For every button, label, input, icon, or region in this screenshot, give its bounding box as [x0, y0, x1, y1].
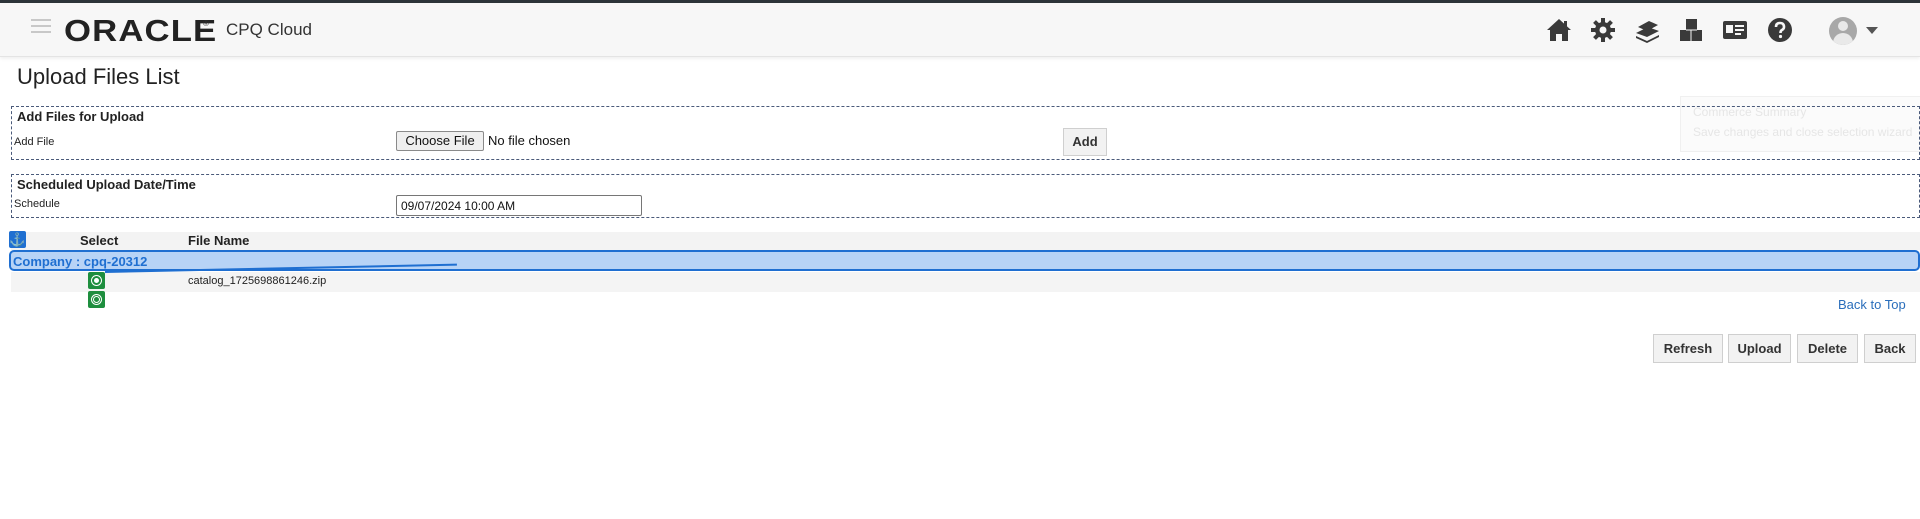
brand-logo: ORACLE [64, 13, 218, 48]
no-file-chosen-text: No file chosen [488, 133, 571, 148]
upload-button[interactable]: Upload [1728, 334, 1791, 363]
table-row: catalog_1725698861246.zip [11, 272, 1920, 292]
app-header: ORACLE ® CPQ Cloud [0, 3, 1920, 57]
refresh-button[interactable]: Refresh [1653, 334, 1723, 363]
delete-button[interactable]: Delete [1797, 334, 1858, 363]
section-title-add-files: Add Files for Upload [17, 109, 145, 124]
company-group-label: Company : cpq-20312 [13, 254, 148, 269]
schedule-label: Schedule [14, 198, 60, 210]
column-header-file-name: File Name [188, 233, 250, 248]
hamburger-menu-icon[interactable] [31, 19, 51, 33]
grid-header: Select File Name [11, 232, 1920, 250]
id-card-icon[interactable] [1721, 16, 1749, 44]
product-name: CPQ Cloud [226, 20, 312, 39]
user-avatar-icon[interactable] [1829, 17, 1857, 45]
choose-file-button[interactable]: Choose File [396, 131, 484, 151]
money-icon[interactable] [1633, 16, 1661, 44]
anchor-icon[interactable]: ⚓ [9, 231, 26, 248]
back-button[interactable]: Back [1864, 334, 1916, 363]
file-name-cell: catalog_1725698861246.zip [188, 275, 327, 287]
page-title: Upload Files List [17, 64, 180, 89]
boxes-icon[interactable] [1677, 16, 1705, 44]
home-icon[interactable] [1545, 16, 1573, 44]
add-files-section: Add Files for Upload Add File Choose Fil… [11, 106, 1920, 160]
section-title-schedule: Scheduled Upload Date/Time [17, 177, 196, 192]
chevron-down-icon[interactable] [1866, 27, 1878, 34]
add-file-label: Add File [14, 136, 55, 148]
help-icon[interactable] [1766, 16, 1794, 44]
back-to-top-link[interactable]: Back to Top [1838, 297, 1906, 312]
gear-icon[interactable] [1589, 16, 1617, 44]
add-button[interactable]: Add [1063, 128, 1107, 156]
registered-mark: ® [203, 19, 209, 28]
schedule-datetime-input[interactable] [396, 195, 642, 216]
radio-select-icon[interactable] [88, 272, 105, 289]
column-header-select: Select [80, 233, 119, 248]
schedule-section: Scheduled Upload Date/Time Schedule [11, 174, 1920, 218]
target-select-icon[interactable] [88, 291, 105, 308]
